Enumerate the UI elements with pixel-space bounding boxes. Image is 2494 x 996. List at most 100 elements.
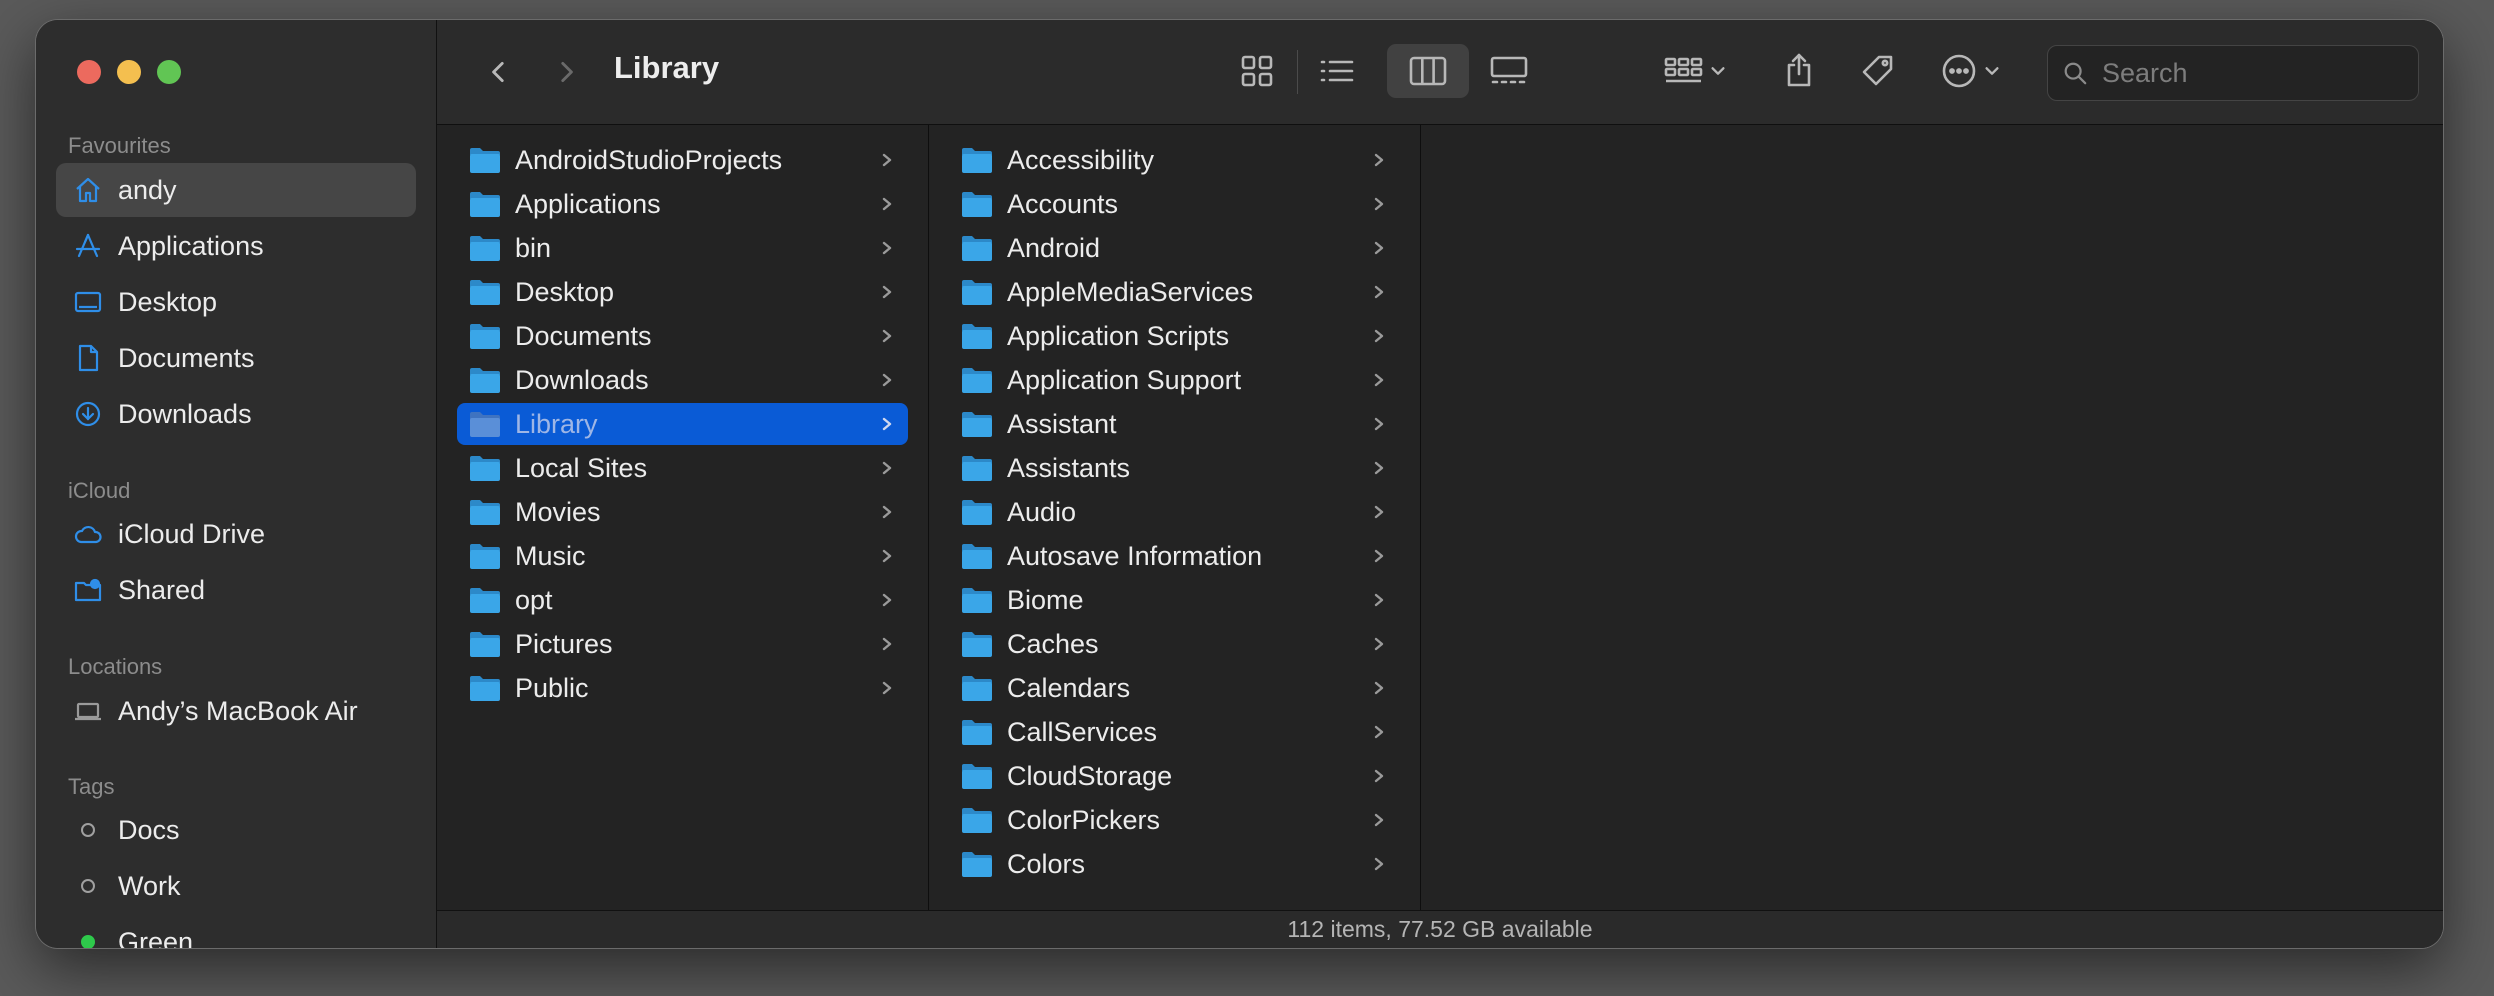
library-folder-row[interactable]: Accounts — [949, 183, 1400, 225]
folder-name: Caches — [1007, 628, 1099, 659]
folder-icon — [961, 234, 993, 262]
sidebar-item-label: Andy’s MacBook Air — [118, 695, 358, 726]
group-by-button[interactable] — [1655, 48, 1735, 94]
sidebar-item-icloud-drive[interactable]: iCloud Drive — [56, 507, 416, 561]
toolbar-divider — [1297, 50, 1298, 94]
folder-name: Android — [1007, 232, 1101, 263]
library-folder-row[interactable]: CallServices — [949, 711, 1400, 753]
chevron-right-icon — [1372, 197, 1386, 211]
folder-icon — [961, 454, 993, 482]
sidebar-item-label: iCloud Drive — [118, 518, 266, 549]
sidebar-item-desktop[interactable]: Desktop — [56, 275, 416, 329]
home-folder-row[interactable]: Music — [457, 535, 908, 577]
sidebar-item-shared[interactable]: Shared — [56, 563, 416, 617]
folder-icon — [961, 674, 993, 702]
home-folder-row[interactable]: AndroidStudioProjects — [457, 139, 908, 181]
document-icon — [72, 342, 104, 374]
folder-name: Public — [515, 672, 589, 703]
folder-icon — [961, 322, 993, 350]
home-folder-row[interactable]: Downloads — [457, 359, 908, 401]
folder-name: Accessibility — [1007, 144, 1155, 175]
gallery-icon — [1490, 56, 1528, 84]
folder-icon — [961, 146, 993, 174]
folder-icon — [961, 850, 993, 878]
folder-icon — [961, 366, 993, 394]
library-folder-row[interactable]: Application Scripts — [949, 315, 1400, 357]
folder-name: Pictures — [515, 628, 613, 659]
list-view-button[interactable] — [1309, 48, 1365, 94]
library-folder-row[interactable]: ColorPickers — [949, 799, 1400, 841]
folder-name: bin — [515, 232, 552, 263]
more-actions-button[interactable] — [1931, 46, 2011, 96]
search-field[interactable] — [2047, 45, 2419, 101]
column-library[interactable]: Accessibility Accounts Android AppleMediaSe… — [929, 125, 1421, 911]
folder-name: AppleMediaServices — [1007, 276, 1254, 307]
folder-name: Music — [515, 540, 586, 571]
chevron-right-icon — [1372, 681, 1386, 695]
sidebar-item-macbook-air[interactable]: Andy’s MacBook Air — [56, 684, 416, 738]
library-folder-row[interactable]: Application Support — [949, 359, 1400, 401]
search-input[interactable] — [2100, 56, 2404, 90]
sidebar-tag-work[interactable]: Work — [56, 859, 416, 913]
column-view-button[interactable] — [1387, 44, 1469, 98]
column-empty[interactable] — [1421, 125, 2443, 911]
cloud-icon — [72, 518, 104, 550]
library-folder-row[interactable]: Assistants — [949, 447, 1400, 489]
home-folder-row[interactable]: opt — [457, 579, 908, 621]
sidebar-item-applications[interactable]: Applications — [56, 219, 416, 273]
window-title: Library — [614, 50, 720, 85]
library-folder-row[interactable]: Calendars — [949, 667, 1400, 709]
chevron-right-icon — [1372, 417, 1386, 431]
library-folder-row[interactable]: Audio — [949, 491, 1400, 533]
tag-circle-icon — [72, 870, 104, 902]
sidebar-item-documents[interactable]: Documents — [56, 331, 416, 385]
home-folder-row[interactable]: bin — [457, 227, 908, 269]
chevron-right-icon — [561, 61, 573, 83]
home-folder-row[interactable]: Public — [457, 667, 908, 709]
tag-button[interactable] — [1851, 44, 1905, 98]
library-folder-row[interactable]: AppleMediaServices — [949, 271, 1400, 313]
folder-name: CallServices — [1007, 716, 1158, 747]
zoom-window-button[interactable] — [157, 60, 181, 84]
folder-icon — [961, 718, 993, 746]
sidebar-item-downloads[interactable]: Downloads — [56, 387, 416, 441]
library-folder-row[interactable]: CloudStorage — [949, 755, 1400, 797]
library-folder-row[interactable]: Android — [949, 227, 1400, 269]
library-folder-row[interactable]: Caches — [949, 623, 1400, 665]
home-folder-row[interactable]: Library — [457, 403, 908, 445]
sidebar: Favourites andy Applications Desktop Doc… — [36, 20, 436, 948]
share-button[interactable] — [1773, 44, 1825, 96]
minimize-window-button[interactable] — [117, 60, 141, 84]
library-folder-row[interactable]: Assistant — [949, 403, 1400, 445]
home-folder-row[interactable]: Movies — [457, 491, 908, 533]
library-folder-row[interactable]: Colors — [949, 843, 1400, 885]
folder-name: Documents — [515, 320, 652, 351]
column-home[interactable]: AndroidStudioProjects Applications bin Desk… — [437, 125, 929, 911]
forward-button[interactable] — [544, 50, 588, 94]
sidebar-tag-green[interactable]: Green — [56, 915, 416, 948]
home-folder-row[interactable]: Local Sites — [457, 447, 908, 489]
chevron-right-icon — [880, 373, 894, 387]
chevron-right-icon — [1372, 285, 1386, 299]
library-folder-row[interactable]: Biome — [949, 579, 1400, 621]
chevron-right-icon — [1372, 153, 1386, 167]
home-folder-row[interactable]: Pictures — [457, 623, 908, 665]
chevron-right-icon — [880, 285, 894, 299]
chevron-right-icon — [1372, 373, 1386, 387]
gallery-view-button[interactable] — [1479, 48, 1539, 94]
icon-view-button[interactable] — [1229, 48, 1285, 94]
close-window-button[interactable] — [77, 60, 101, 84]
folder-name: opt — [515, 584, 553, 615]
library-folder-row[interactable]: Autosave Information — [949, 535, 1400, 577]
chevron-right-icon — [1372, 461, 1386, 475]
sidebar-item-andy[interactable]: andy — [56, 163, 416, 217]
home-folder-row[interactable]: Documents — [457, 315, 908, 357]
home-folder-row[interactable]: Desktop — [457, 271, 908, 313]
folder-name: Local Sites — [515, 452, 648, 483]
home-folder-row[interactable]: Applications — [457, 183, 908, 225]
sidebar-item-label: Shared — [118, 574, 206, 605]
sidebar-tag-docs[interactable]: Docs — [56, 803, 416, 857]
back-button[interactable] — [477, 50, 521, 94]
library-folder-row[interactable]: Accessibility — [949, 139, 1400, 181]
laptop-icon — [72, 695, 104, 727]
